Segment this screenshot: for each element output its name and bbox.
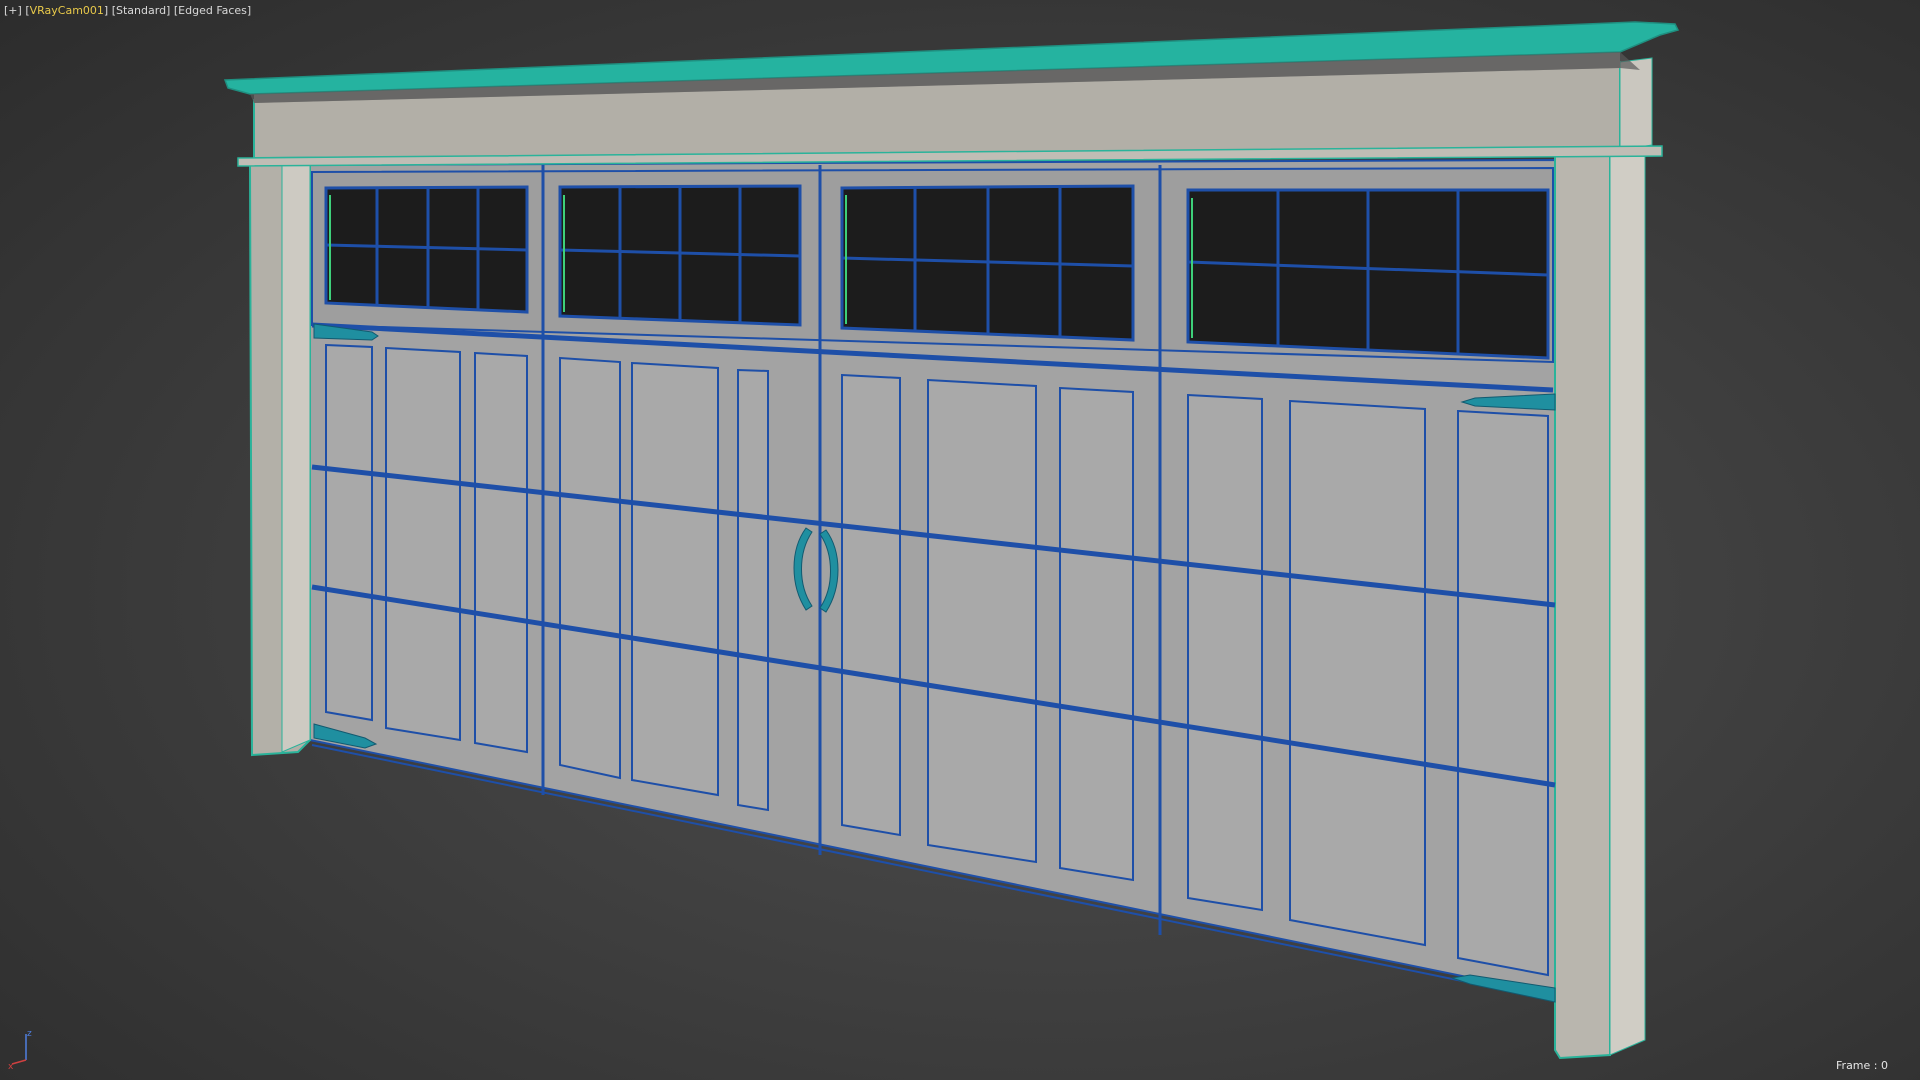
left-pilaster-side — [281, 164, 311, 753]
frame-counter: Frame : 0 — [1836, 1059, 1888, 1072]
gizmo-z-label: z — [27, 1029, 32, 1039]
axis-gizmo-icon: z x — [8, 1029, 32, 1070]
header-board-end — [1619, 57, 1653, 151]
window-section-4[interactable] — [1186, 188, 1550, 360]
right-pilaster[interactable] — [1554, 151, 1611, 1060]
window-section-3[interactable] — [840, 184, 1135, 342]
window-section-2[interactable] — [558, 184, 802, 327]
window-section-1[interactable] — [324, 185, 529, 314]
gizmo-x-label: x — [8, 1062, 14, 1070]
door-panels[interactable] — [325, 343, 1549, 977]
right-pilaster-side — [1609, 149, 1646, 1056]
viewport-scene[interactable] — [0, 0, 1920, 1080]
